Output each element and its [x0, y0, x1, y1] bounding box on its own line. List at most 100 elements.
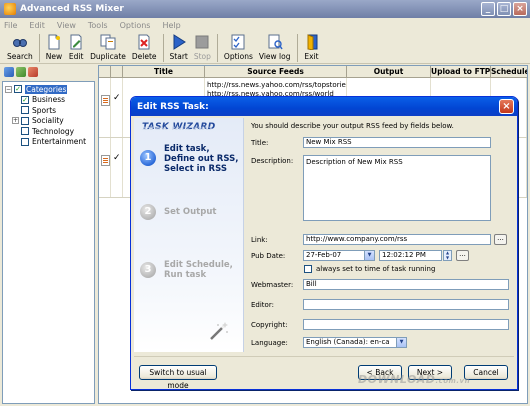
- always-current-label: always set to time of task running: [316, 265, 436, 273]
- maximize-button[interactable]: □: [497, 2, 511, 16]
- checkbox[interactable]: ✓: [21, 95, 29, 104]
- checkbox[interactable]: ✓: [14, 85, 22, 94]
- tree-label: Technology: [32, 126, 75, 136]
- tree-item-business[interactable]: ✓ Business: [3, 95, 94, 106]
- description-label: Description:: [251, 157, 294, 165]
- pubdate-label: Pub Date:: [251, 252, 286, 260]
- spin-down-icon[interactable]: ▼: [444, 255, 451, 261]
- expand-toggle[interactable]: +: [12, 117, 19, 125]
- column-header[interactable]: [99, 66, 111, 77]
- step-label: Edit task, Define out RSS, Select in RSS: [164, 144, 238, 174]
- tree-item-entertainment[interactable]: Entertainment: [3, 137, 94, 148]
- row-icon-cell: [99, 138, 111, 197]
- pubdate-date-value: 27-Feb-07: [306, 251, 342, 259]
- tree-item-sports[interactable]: Sports: [3, 105, 94, 116]
- options-button[interactable]: Options: [221, 32, 256, 61]
- checkmark-icon[interactable]: ✓: [113, 93, 121, 103]
- new-icon: [48, 34, 60, 50]
- wizard-panel: TASK WIZARD TASK WIZARD 1 Edit task, Def…: [134, 118, 244, 352]
- link-browse-button[interactable]: ...: [494, 234, 507, 245]
- column-header-title[interactable]: Title: [123, 66, 205, 77]
- start-button[interactable]: Start: [167, 32, 191, 61]
- new-button[interactable]: New: [43, 32, 65, 61]
- column-header-source-feeds[interactable]: Source Feeds: [205, 66, 347, 77]
- rss-file-icon: [101, 95, 110, 106]
- menu-options[interactable]: Options: [120, 21, 151, 30]
- window-close-button[interactable]: ×: [513, 2, 527, 16]
- dialog-close-button[interactable]: ×: [499, 99, 514, 114]
- duplicate-icon: [100, 34, 116, 50]
- column-header[interactable]: [111, 66, 123, 77]
- pubdate-time-field[interactable]: 12:02:12 PM: [379, 250, 442, 261]
- copyright-field[interactable]: [303, 319, 509, 330]
- column-header-upload-ftp[interactable]: Upload to FTP: [431, 66, 491, 77]
- rss-file-icon: [101, 155, 110, 166]
- delete-category-icon[interactable]: [28, 67, 38, 77]
- checkmark-icon[interactable]: ✓: [113, 153, 121, 163]
- step-line: Define out RSS,: [164, 154, 239, 164]
- grid-header: Title Source Feeds Output Upload to FTP …: [99, 66, 527, 78]
- language-dropdown[interactable]: English (Canada): en-ca ▼: [303, 337, 407, 348]
- wizard-step-1: 1 Edit task, Define out RSS, Select in R…: [140, 144, 244, 174]
- step-line: Set Output: [164, 207, 217, 217]
- editor-field[interactable]: [303, 299, 509, 310]
- chevron-down-icon[interactable]: ▼: [364, 251, 374, 260]
- tree-item-technology[interactable]: Technology: [3, 126, 94, 137]
- wizard-step-2: 2 Set Output: [140, 204, 244, 220]
- step-number-icon: 1: [140, 150, 156, 166]
- menu-view[interactable]: View: [57, 21, 76, 30]
- cancel-button[interactable]: Cancel: [464, 365, 508, 380]
- wizard-step-3: 3 Edit Schedule, Run task: [140, 260, 244, 280]
- time-spinner[interactable]: ▲ ▼: [443, 250, 452, 261]
- add-category-icon[interactable]: [4, 67, 14, 77]
- view-log-button[interactable]: View log: [256, 32, 294, 61]
- category-tree: − ✓ Categories ✓ Business Sports + Socia…: [2, 81, 95, 404]
- webmaster-field[interactable]: Bill: [303, 279, 509, 290]
- column-header-output[interactable]: Output: [347, 66, 431, 77]
- edit-rss-task-dialog: Edit RSS Task: × TASK WIZARD TASK WIZARD…: [130, 96, 518, 390]
- checkbox[interactable]: [21, 137, 29, 146]
- chevron-down-icon[interactable]: ▼: [396, 338, 406, 347]
- duplicate-button[interactable]: Duplicate: [87, 32, 129, 61]
- checkbox[interactable]: [21, 127, 29, 136]
- step-label: Edit Schedule, Run task: [164, 260, 233, 280]
- always-current-checkbox[interactable]: [304, 265, 312, 273]
- edit-category-icon[interactable]: [16, 67, 26, 77]
- language-label: Language:: [251, 339, 288, 347]
- menu-file[interactable]: File: [4, 21, 17, 30]
- delete-icon: [138, 34, 150, 50]
- tree-label: Categories: [25, 84, 68, 94]
- rss-task-form: You should describe your output RSS feed…: [249, 118, 515, 352]
- menu-help[interactable]: Help: [162, 21, 180, 30]
- exit-button[interactable]: Exit: [301, 32, 323, 61]
- tree-root-row[interactable]: − ✓ Categories: [3, 84, 94, 95]
- tree-item-sociality[interactable]: + Sociality: [3, 116, 94, 127]
- menu-edit[interactable]: Edit: [29, 21, 45, 30]
- title-field[interactable]: New Mix RSS: [303, 137, 491, 148]
- search-button[interactable]: Search: [4, 32, 36, 61]
- checkbox[interactable]: [21, 106, 29, 115]
- dialog-title: Edit RSS Task:: [137, 101, 209, 112]
- link-field[interactable]: http://www.company.com/rss: [303, 234, 491, 245]
- watermark-text: DOWNLOAD: [358, 373, 436, 386]
- column-header-schedule[interactable]: Schedule: [491, 66, 527, 77]
- menubar: File Edit View Tools Options Help: [0, 18, 530, 32]
- form-instructions: You should describe your output RSS feed…: [251, 122, 454, 130]
- step-line: Select in RSS: [164, 164, 227, 174]
- dialog-titlebar: Edit RSS Task:: [131, 97, 517, 116]
- menu-tools[interactable]: Tools: [88, 21, 108, 30]
- checkbox[interactable]: [21, 116, 29, 125]
- exit-icon: [307, 34, 317, 50]
- play-icon: [173, 34, 186, 50]
- stop-button[interactable]: Stop: [191, 32, 214, 61]
- minimize-button[interactable]: _: [481, 2, 495, 16]
- row-check-cell: ✓: [111, 78, 123, 137]
- pubdate-date-dropdown[interactable]: 27-Feb-07 ▼: [303, 250, 375, 261]
- description-field[interactable]: Description of New Mix RSS: [303, 155, 491, 221]
- row-icon-cell: [99, 78, 111, 137]
- edit-button[interactable]: Edit: [65, 32, 87, 61]
- delete-button[interactable]: Delete: [129, 32, 160, 61]
- collapse-toggle[interactable]: −: [5, 85, 12, 93]
- pubdate-browse-button[interactable]: ...: [456, 250, 469, 261]
- switch-mode-button[interactable]: Switch to usual mode: [139, 365, 217, 389]
